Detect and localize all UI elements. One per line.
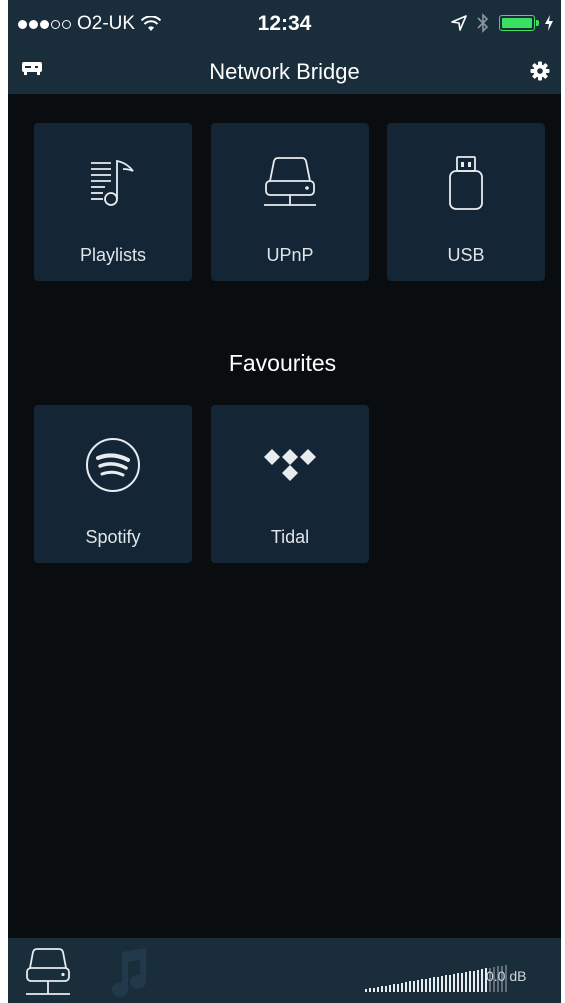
volume-bar [477,969,479,992]
server-icon[interactable] [24,944,72,1002]
tile-usb[interactable]: USB [387,123,545,281]
volume-bar [429,978,431,992]
favourites-heading: Favourites [228,350,337,376]
volume-bar [457,973,459,992]
spotify-icon [34,435,192,495]
volume-bar [377,986,379,992]
volume-bar [393,984,395,992]
volume-bar [373,987,375,992]
volume-bar [453,973,455,992]
playlist-icon [34,153,192,213]
status-bar: O2-UK 12:34 [8,0,561,50]
tile-playlists-label: Playlists [79,245,146,265]
app-screen: O2-UK 12:34 Network Bridge Playlists UPn… [8,0,561,1003]
volume-bar [365,989,367,992]
volume-bar [405,982,407,992]
server-icon [211,153,369,213]
volume-bar [413,980,415,992]
tile-upnp[interactable]: UPnP [211,123,369,281]
location-arrow-icon [451,15,467,31]
volume-bar [417,980,419,992]
tile-usb-label: USB [447,245,485,265]
volume-bar [401,982,403,992]
page-title: Network Bridge [209,59,360,84]
usb-icon [387,153,545,213]
nav-bar: Network Bridge [8,50,561,94]
tile-tidal[interactable]: Tidal [211,405,369,563]
volume-bar [437,976,439,992]
tile-playlists[interactable]: Playlists [34,123,192,281]
volume-bar [409,981,411,992]
battery-icon [499,15,539,31]
volume-bar [473,970,475,992]
music-note-icon [112,948,146,997]
tile-tidal-label: Tidal [270,527,310,547]
volume-bar [445,975,447,992]
volume-bar [481,969,483,992]
volume-bar [425,978,427,992]
volume-bar [389,984,391,992]
charging-bolt-icon [545,15,553,31]
volume-bar [465,971,467,992]
volume-bar [449,974,451,992]
tile-spotify-label: Spotify [85,527,141,547]
gear-icon[interactable] [529,60,551,82]
now-playing-bar[interactable]: 0.0 dB [8,938,561,1003]
volume-bar [469,971,471,992]
volume-bar [381,986,383,992]
status-right-group [451,13,553,33]
bluetooth-icon [477,13,489,33]
tile-spotify[interactable]: Spotify [34,405,192,563]
volume-bar [433,977,435,992]
volume-bar [461,972,463,992]
volume-bar [397,983,399,992]
volume-bar [369,988,371,992]
volume-bar [441,975,443,992]
volume-db: 0.0 dB [486,968,527,984]
tidal-icon [211,435,369,495]
volume-bar [421,979,423,992]
volume-bar [385,985,387,992]
tile-upnp-label: UPnP [266,245,314,265]
